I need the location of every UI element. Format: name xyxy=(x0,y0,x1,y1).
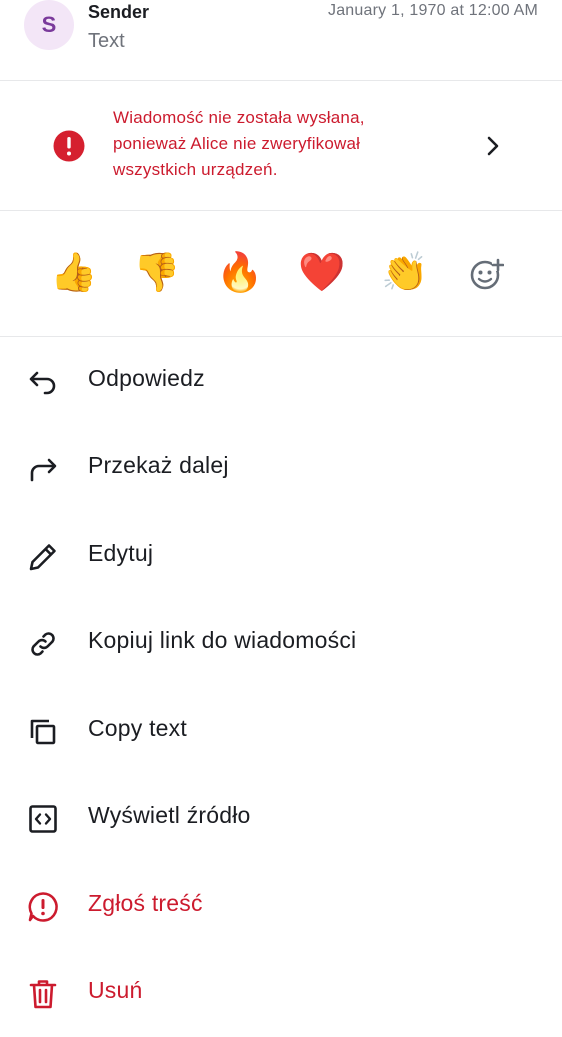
reaction-fire[interactable]: 🔥 xyxy=(214,247,266,299)
reaction-thumbs-down[interactable]: 👎 xyxy=(131,247,183,299)
quick-reactions: 👍 👎 🔥 ❤️ 👏 xyxy=(0,211,562,337)
avatar: S xyxy=(24,0,74,50)
chevron-right-icon[interactable] xyxy=(482,135,504,157)
delete-icon xyxy=(25,976,61,1012)
message-text: Text xyxy=(88,30,125,52)
error-icon xyxy=(52,129,86,163)
menu-item-label: Edytuj xyxy=(88,540,154,566)
report-icon xyxy=(25,889,61,925)
menu-item-edit[interactable]: Edytuj xyxy=(0,513,562,600)
menu-item-forward[interactable]: Przekaż dalej xyxy=(0,425,562,512)
add-reaction-icon[interactable] xyxy=(468,256,504,292)
link-icon xyxy=(25,626,61,662)
reaction-clap[interactable]: 👏 xyxy=(379,247,431,299)
reply-icon xyxy=(25,364,61,400)
message-preview: S Sender Text January 1, 1970 at 12:00 A… xyxy=(0,0,562,81)
menu-item-label: Wyświetl źródło xyxy=(88,802,251,828)
menu-item-view-source[interactable]: Wyświetl źródło xyxy=(0,775,562,862)
forward-icon xyxy=(25,451,61,487)
menu-item-delete[interactable]: Usuń xyxy=(0,950,562,1037)
menu-item-label: Zgłoś treść xyxy=(88,890,203,916)
send-failure-banner[interactable]: Wiadomość nie została wysłana, ponieważ … xyxy=(0,81,562,211)
menu-item-reply[interactable]: Odpowiedz xyxy=(0,338,562,425)
sender-name: Sender xyxy=(88,2,150,22)
reaction-heart[interactable]: ❤️ xyxy=(296,247,348,299)
menu-item-label: Przekaż dalej xyxy=(88,452,229,478)
menu-item-label: Odpowiedz xyxy=(88,365,205,391)
menu-item-copy-link[interactable]: Kopiuj link do wiadomości xyxy=(0,600,562,687)
send-failure-message: Wiadomość nie została wysłana, ponieważ … xyxy=(113,108,365,179)
reaction-thumbs-up[interactable]: 👍 xyxy=(48,247,100,299)
code-icon xyxy=(25,801,61,837)
menu-item-report[interactable]: Zgłoś treść xyxy=(0,863,562,950)
menu-item-label: Copy text xyxy=(88,715,187,741)
message-timestamp: January 1, 1970 at 12:00 AM xyxy=(328,2,538,19)
menu-item-copy-text[interactable]: Copy text xyxy=(0,688,562,775)
copy-icon xyxy=(25,714,61,750)
edit-pencil-icon xyxy=(25,539,61,575)
menu-item-label: Kopiuj link do wiadomości xyxy=(88,627,357,653)
